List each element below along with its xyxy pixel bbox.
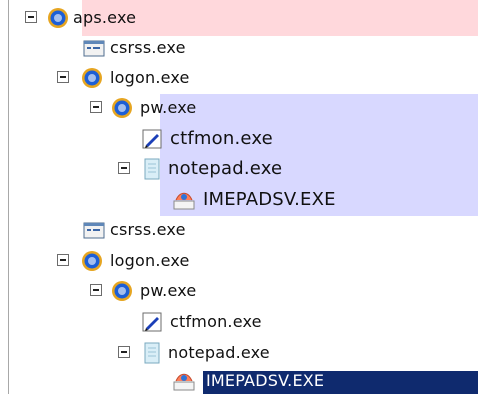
globe-gear-icon — [82, 251, 102, 271]
collapse-toggle[interactable] — [90, 284, 102, 296]
node-label-notepad: notepad.exe — [168, 343, 270, 362]
globe-gear-icon — [48, 8, 68, 28]
tree-row[interactable]: pw.exe — [0, 276, 478, 306]
collapse-toggle[interactable] — [57, 71, 69, 83]
globe-gear-icon — [112, 281, 132, 301]
node-label-imepadsv: IMEPADSV.EXE — [203, 189, 336, 210]
tree-row[interactable]: IMEPADSV.EXE — [0, 185, 478, 215]
collapse-toggle[interactable] — [90, 101, 102, 113]
ime-pad-icon — [173, 192, 195, 210]
tree-row[interactable]: notepad.exe — [0, 338, 478, 368]
node-label-logon: logon.exe — [110, 68, 190, 87]
tree-row[interactable]: logon.exe — [0, 63, 478, 93]
collapse-toggle[interactable] — [25, 11, 37, 23]
globe-gear-icon — [112, 98, 132, 118]
pen-icon — [142, 312, 162, 332]
collapse-toggle[interactable] — [57, 254, 69, 266]
pen-icon — [142, 129, 162, 149]
tree-row[interactable]: csrss.exe — [0, 33, 478, 63]
notepad-icon — [144, 342, 160, 364]
tree-row[interactable]: notepad.exe — [0, 154, 478, 184]
globe-gear-icon — [82, 68, 102, 88]
node-label-csrss: csrss.exe — [110, 220, 186, 239]
node-label-aps: aps.exe — [73, 8, 137, 27]
tree-row[interactable]: aps.exe — [0, 3, 478, 33]
tree-row[interactable]: pw.exe — [0, 93, 478, 123]
notepad-icon — [144, 158, 160, 180]
tree-row[interactable]: csrss.exe — [0, 215, 478, 245]
node-label-csrss: csrss.exe — [110, 38, 186, 57]
node-label-logon: logon.exe — [110, 251, 190, 270]
collapse-toggle[interactable] — [118, 346, 130, 358]
tree-row[interactable]: ctfmon.exe — [0, 307, 478, 337]
tree-row[interactable]: logon.exe — [0, 246, 478, 276]
tree-row-selected[interactable]: IMEPADSV.EXE — [0, 366, 478, 396]
node-label-imepadsv-selected: IMEPADSV.EXE — [206, 371, 325, 390]
node-label-pw: pw.exe — [140, 98, 197, 117]
process-tree[interactable]: aps.exe csrss.exe logon.exe pw.exe ctfmo… — [0, 0, 478, 394]
collapse-toggle[interactable] — [118, 162, 130, 174]
node-label-ctfmon: ctfmon.exe — [170, 312, 262, 331]
window-icon — [83, 40, 105, 57]
node-label-ctfmon: ctfmon.exe — [170, 128, 273, 149]
node-label-notepad: notepad.exe — [168, 158, 283, 179]
ime-pad-icon — [173, 373, 195, 391]
node-label-pw: pw.exe — [140, 281, 197, 300]
window-icon — [83, 222, 105, 239]
tree-row[interactable]: ctfmon.exe — [0, 124, 478, 154]
